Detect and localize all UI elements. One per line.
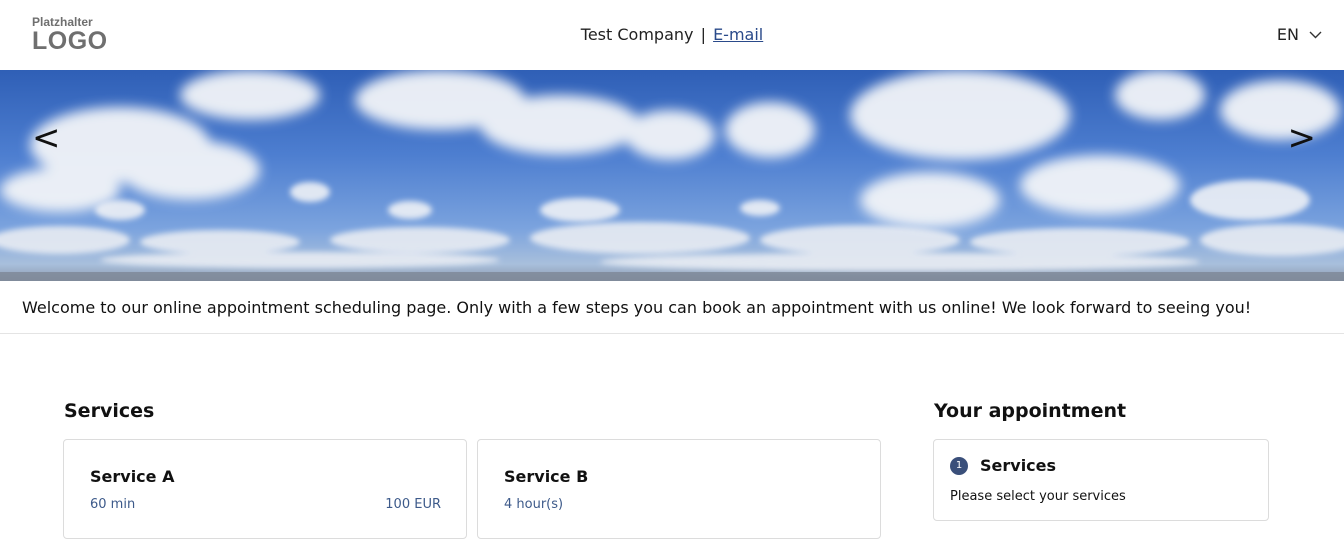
step-number-badge: 1	[950, 457, 968, 475]
step-hint: Please select your services	[950, 489, 1126, 504]
step-title: Services	[980, 456, 1057, 475]
service-duration: 4 hour(s)	[504, 497, 564, 512]
service-card-b[interactable]: Service B 4 hour(s)	[477, 439, 881, 539]
banner-next-button[interactable]: >	[1288, 118, 1317, 158]
service-name: Service A	[90, 467, 175, 486]
banner-prev-button[interactable]: <	[32, 118, 61, 158]
company-name: Test Company	[580, 25, 694, 44]
language-label: EN	[1276, 25, 1299, 44]
header-separator: |	[700, 25, 706, 44]
page: Platzhalter LOGO Test Company | E-mail E…	[0, 0, 1344, 547]
service-duration: 60 min	[90, 497, 136, 512]
welcome-message: Welcome to our online appointment schedu…	[0, 281, 1344, 334]
hero-banner: < >	[0, 70, 1344, 281]
appointment-heading: Your appointment	[934, 400, 1127, 422]
header-contact: Test Company | E-mail	[0, 24, 1344, 46]
email-link[interactable]: E-mail	[713, 25, 763, 44]
appointment-summary: 1 Services Please select your services	[933, 439, 1269, 521]
service-card-a[interactable]: Service A 60 min 100 EUR	[63, 439, 467, 539]
chevron-down-icon	[1309, 31, 1322, 39]
service-name: Service B	[504, 467, 589, 486]
service-price: 100 EUR	[385, 497, 441, 512]
services-heading: Services	[64, 400, 155, 422]
header: Platzhalter LOGO Test Company | E-mail E…	[0, 0, 1344, 70]
cloud-sky-image	[0, 70, 1344, 281]
language-selector[interactable]: EN	[1277, 24, 1322, 46]
